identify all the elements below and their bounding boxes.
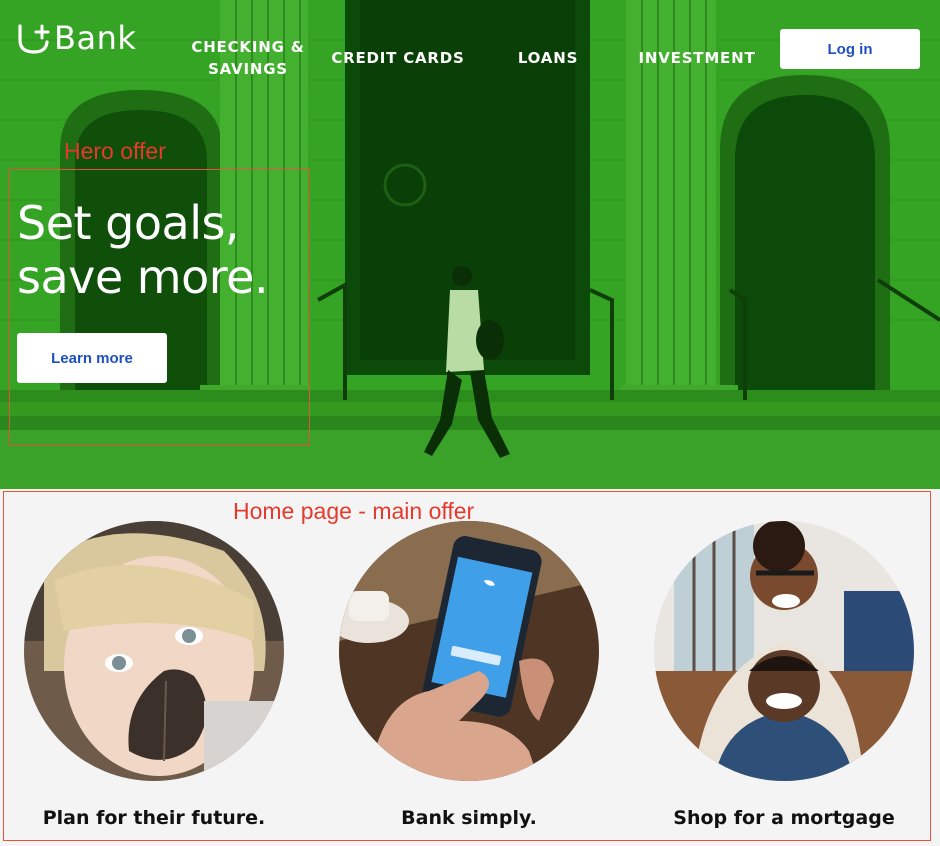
learn-more-button[interactable]: Learn more	[17, 333, 167, 383]
offer-title-shop-mortgage[interactable]: Shop for a mortgage	[634, 803, 934, 833]
nav-loans[interactable]: LOANS	[510, 47, 586, 69]
phone-image	[339, 521, 599, 781]
hand-holding-phone-photo[interactable]	[339, 521, 599, 781]
offer-title-plan-future[interactable]: Plan for their future.	[4, 803, 304, 833]
main-offer-annotation: Home page - main offer	[233, 498, 475, 524]
couple-image	[654, 521, 914, 781]
nav-checking-line1: CHECKING &	[191, 38, 305, 56]
nav-checking-line2: SAVINGS	[208, 60, 288, 78]
child-with-leaf-image	[24, 521, 284, 781]
nav-investment[interactable]: INVESTMENT	[638, 47, 756, 69]
u-plus-logo-icon	[18, 24, 50, 54]
hero-heading-line2: save more.	[17, 250, 269, 304]
hero-heading-line1: Set goals,	[17, 196, 240, 250]
hero-section: Bank CHECKING & SAVINGS CREDIT CARDS LOA…	[0, 0, 940, 489]
child-with-leaf-photo[interactable]	[24, 521, 284, 781]
hero-heading: Set goals, save more.	[17, 196, 317, 304]
login-button[interactable]: Log in	[780, 29, 920, 69]
smiling-couple-photo[interactable]	[654, 521, 914, 781]
bank-logo[interactable]: Bank	[16, 18, 136, 58]
offer-title-bank-simply[interactable]: Bank simply.	[319, 803, 619, 833]
brand-name: Bank	[54, 19, 137, 57]
hero-offer-annotation: Hero offer	[64, 138, 166, 164]
nav-checking-savings[interactable]: CHECKING & SAVINGS	[190, 36, 306, 80]
nav-credit-cards[interactable]: CREDIT CARDS	[330, 47, 466, 69]
